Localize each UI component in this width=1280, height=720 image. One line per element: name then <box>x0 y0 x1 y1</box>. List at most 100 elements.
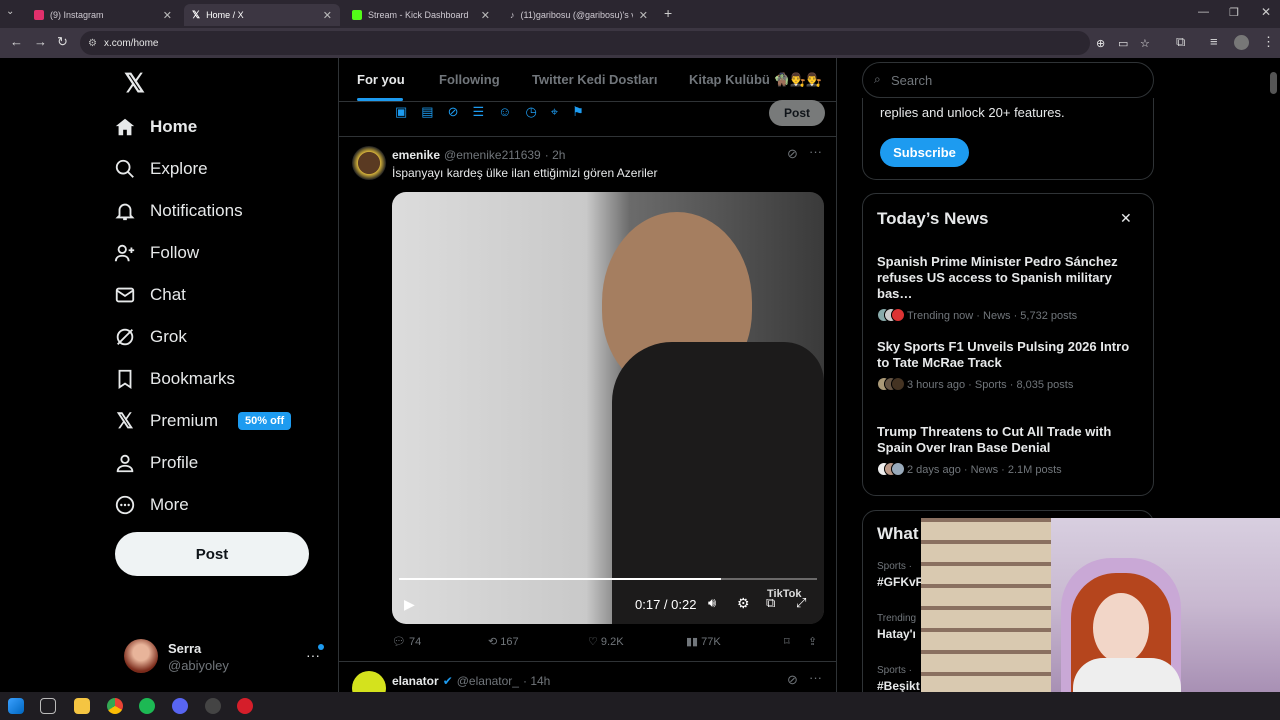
restore-button[interactable]: ❐ <box>1229 6 1239 19</box>
nav-premium[interactable]: 𝕏 Premium 50% off <box>114 403 292 439</box>
nav-more[interactable]: More <box>114 487 189 523</box>
nav-home[interactable]: Home <box>114 109 197 145</box>
premium-text: replies and unlock 20+ features. <box>880 105 1065 120</box>
grok-icon[interactable]: ⊘ <box>787 672 798 688</box>
volume-icon[interactable]: 🔊︎ <box>708 595 716 611</box>
close-tab-icon[interactable]: ✕ <box>163 9 172 22</box>
close-icon[interactable]: ✕ <box>1120 210 1132 227</box>
trend-item[interactable]: Sports · #GFKvF <box>877 561 923 589</box>
windows-start-icon[interactable] <box>8 698 24 714</box>
divider <box>339 661 836 662</box>
gif-icon[interactable]: ▤ <box>421 104 433 120</box>
emoji-icon[interactable]: ☺ <box>498 104 511 120</box>
tab-list-icon[interactable]: ⌄ <box>6 6 14 17</box>
tweet-avatar[interactable] <box>352 671 386 692</box>
poll-icon[interactable]: ☰ <box>473 104 485 120</box>
subscribe-button[interactable]: Subscribe <box>880 138 969 167</box>
profile-avatar[interactable] <box>1234 35 1249 50</box>
minimize-button[interactable]: — <box>1198 6 1209 18</box>
more-icon[interactable]: ··· <box>809 670 822 685</box>
close-tab-icon[interactable]: ✕ <box>323 9 332 22</box>
repost-button[interactable]: ⟲ 167 <box>488 635 519 648</box>
nav-chat[interactable]: Chat <box>114 277 186 313</box>
media-icon[interactable]: ▣ <box>395 104 407 120</box>
tab-for-you[interactable]: For you <box>357 72 405 87</box>
reply-button[interactable]: 💬︎ 74 <box>392 635 421 648</box>
search-input[interactable]: ⌕ Search <box>862 62 1154 98</box>
account-switcher[interactable]: Serra @abiyoley ··· <box>124 639 324 675</box>
url-bar[interactable]: ⚙ x.com/home ⊕ ▭ ☆ <box>80 31 1150 55</box>
file-explorer-icon[interactable] <box>74 698 90 714</box>
tweet-video[interactable]: TikTok ▶ 0:17 / 0:22 🔊︎ ⚙ ⧉ ⤢ <box>392 192 824 624</box>
post-button[interactable]: Post <box>115 532 309 576</box>
person-icon <box>116 454 134 473</box>
location-icon[interactable]: ⌖ <box>551 104 558 120</box>
media-icon[interactable]: ≡ <box>1210 34 1218 49</box>
divider <box>339 101 836 102</box>
extensions-icon[interactable]: ⧉ <box>1176 34 1185 50</box>
tab-following[interactable]: Following <box>439 72 500 87</box>
nav-follow[interactable]: Follow <box>114 235 199 271</box>
share-icon[interactable]: ⇪ <box>808 635 817 648</box>
new-tab-button[interactable]: + <box>664 5 672 21</box>
tweet-avatar[interactable] <box>352 146 386 180</box>
forward-icon[interactable]: → <box>34 34 47 49</box>
browser-tab-tiktok[interactable]: ♪ (11)garibosu (@garibosu)'s vide✕ <box>502 4 656 26</box>
search-icon <box>115 159 134 178</box>
settings-icon[interactable]: ⚙ <box>737 595 750 612</box>
task-view-icon[interactable] <box>40 698 56 714</box>
reload-icon[interactable]: ↻ <box>57 34 68 50</box>
nav-explore[interactable]: Explore <box>114 151 208 187</box>
x-logo-icon: 𝕏 <box>116 409 134 433</box>
obs-icon[interactable] <box>205 698 221 714</box>
spotify-icon[interactable] <box>139 698 155 714</box>
x-logo-icon[interactable]: 𝕏 <box>124 68 145 99</box>
tweet-actions: 💬︎ 74 ⟲ 167 ♡ 9.2K ▮▮ 77K ⌑ ⇪ <box>392 635 832 651</box>
cast-icon[interactable]: ▭ <box>1118 37 1128 50</box>
grok-icon[interactable]: ⊘ <box>448 104 459 120</box>
video-progress-track[interactable] <box>399 578 817 580</box>
browser-tab-kick[interactable]: Stream - Kick Dashboard ✕ <box>344 4 498 26</box>
play-icon[interactable]: ▶ <box>404 596 415 613</box>
close-tab-icon[interactable]: ✕ <box>639 9 648 22</box>
tweet-text: İspanyayı kardeş ülke ilan ettiğimizi gö… <box>392 166 658 180</box>
zoom-icon[interactable]: ⊕ <box>1096 37 1105 50</box>
bookmark-icon[interactable]: ⌑ <box>784 635 790 648</box>
nav-notifications[interactable]: Notifications <box>114 193 243 229</box>
news-item[interactable]: Sky Sports F1 Unveils Pulsing 2026 Intro… <box>877 339 1141 393</box>
star-icon[interactable]: ☆ <box>1140 37 1150 50</box>
news-item[interactable]: Trump Threatens to Cut All Trade with Sp… <box>877 424 1141 478</box>
opera-icon[interactable] <box>237 698 253 714</box>
tiktok-icon: ♪ <box>510 10 515 20</box>
schedule-icon[interactable]: ◷ <box>525 104 536 120</box>
pip-icon[interactable]: ⧉ <box>766 595 775 611</box>
back-icon[interactable]: ← <box>10 34 23 49</box>
nav-grok[interactable]: Grok <box>114 319 187 355</box>
trend-item[interactable]: Trending Hatay'ı <box>877 613 916 641</box>
compose-post-button[interactable]: Post <box>769 100 825 126</box>
compose-toolbar: ▣ ▤ ⊘ ☰ ☺ ◷ ⌖ ⚑ <box>395 104 584 120</box>
like-button[interactable]: ♡ 9.2K <box>588 635 624 648</box>
more-icon[interactable]: ··· <box>809 144 822 159</box>
browser-tab-x[interactable]: 𝕏 Home / X ✕ <box>184 4 340 26</box>
chrome-icon[interactable] <box>107 698 123 714</box>
nav-bookmarks[interactable]: Bookmarks <box>114 361 235 397</box>
more-circle-icon <box>115 495 135 515</box>
news-item[interactable]: Spanish Prime Minister Pedro Sánchez ref… <box>877 254 1141 324</box>
tab-kedi-dostlari[interactable]: Twitter Kedi Dostları <box>532 72 657 87</box>
tab-kitap-kulubu[interactable]: Kitap Kulübü 🧌👨‍⚖️👨‍⚖️ <box>689 72 822 88</box>
browser-tab-instagram[interactable]: (9) Instagram ✕ <box>26 4 180 26</box>
trend-item[interactable]: Sports · #Beşikt <box>877 665 920 693</box>
views-button[interactable]: ▮▮ 77K <box>686 635 721 648</box>
fullscreen-icon[interactable]: ⤢ <box>796 595 806 611</box>
close-window-button[interactable]: ✕ <box>1261 5 1271 19</box>
flag-icon[interactable]: ⚑ <box>572 104 584 120</box>
discord-icon[interactable] <box>172 698 188 714</box>
nav-profile[interactable]: Profile <box>114 445 198 481</box>
site-info-icon[interactable]: ⚙ <box>88 38 97 49</box>
close-tab-icon[interactable]: ✕ <box>481 9 490 22</box>
bookshelf <box>921 518 1051 692</box>
menu-icon[interactable]: ⋮ <box>1262 34 1275 50</box>
grok-icon[interactable]: ⊘ <box>787 146 798 162</box>
news-title: Today’s News <box>877 209 989 228</box>
